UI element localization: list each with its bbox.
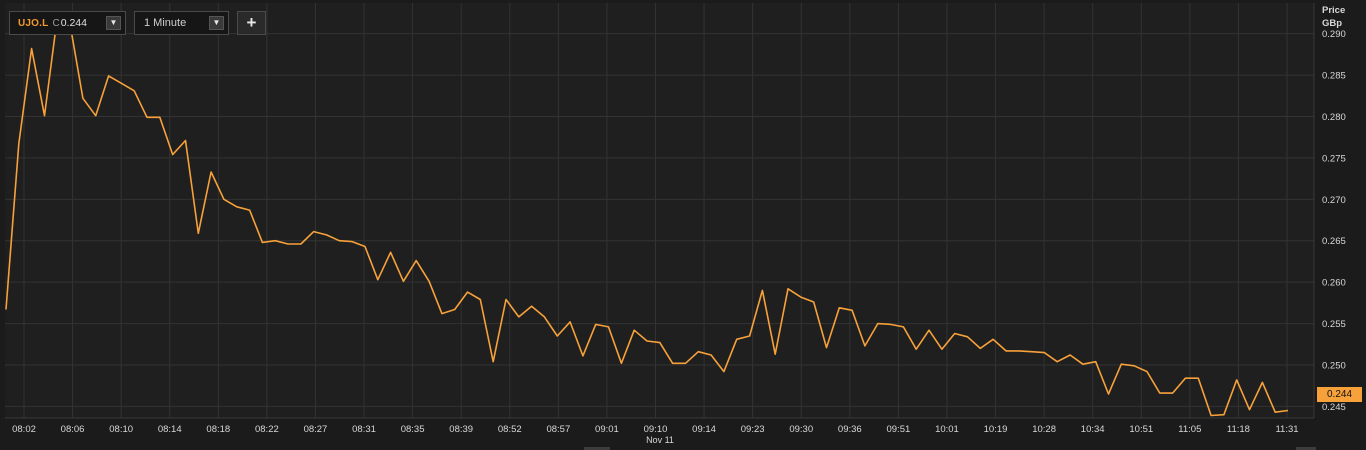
plot-area[interactable] [5, 3, 1314, 418]
y-tick-label: 0.255 [1322, 319, 1346, 330]
x-tick-label: 10:19 [984, 424, 1008, 435]
x-tick-label: 08:06 [61, 424, 85, 435]
y-axis-ticks: 0.245 0.250 0.255 0.260 0.265 0.270 0.275 0.280… [1322, 29, 1346, 413]
y-tick-label: 0.260 [1322, 278, 1346, 289]
x-tick-label: 09:01 [595, 424, 619, 435]
y-tick-label: 0.265 [1322, 236, 1346, 247]
x-tick-label: 09:30 [789, 424, 813, 435]
x-tick-label: 08:57 [546, 424, 570, 435]
x-tick-label: 09:51 [886, 424, 910, 435]
x-tick-label: 08:27 [304, 424, 328, 435]
x-axis-ticks: 08:02 08:06 08:10 08:14 08:18 08:22 08:27 08:31… [12, 424, 1298, 435]
x-tick-label: 10:34 [1081, 424, 1105, 435]
x-tick-label: 10:01 [935, 424, 959, 435]
interval-selector[interactable]: 1 Minute ▼ [134, 11, 229, 35]
date-label: Nov 11 [646, 435, 674, 445]
last-price-tag: 0.244 [1317, 387, 1362, 402]
y-tick-label: 0.285 [1322, 71, 1346, 82]
x-tick-label: 10:28 [1032, 424, 1056, 435]
x-tick-label: 11:18 [1227, 424, 1250, 435]
x-tick-label: 11:31 [1275, 424, 1298, 435]
x-tick-label: 09:36 [838, 424, 862, 435]
y-tick-label: 0.280 [1322, 112, 1346, 123]
chevron-down-icon[interactable]: ▼ [106, 16, 121, 30]
y-tick-label: 0.270 [1322, 195, 1346, 206]
x-tick-label: 09:14 [692, 424, 716, 435]
x-tick-label: 08:22 [255, 424, 279, 435]
x-tick-label: 09:23 [741, 424, 765, 435]
y-tick-label: 0.245 [1322, 402, 1346, 413]
x-tick-label: 08:14 [158, 424, 182, 435]
y-tick-label: 0.275 [1322, 153, 1346, 164]
x-tick-label: 08:10 [109, 424, 133, 435]
x-tick-label: 08:18 [206, 424, 230, 435]
x-tick-label: 08:52 [498, 424, 522, 435]
chevron-down-icon[interactable]: ▼ [209, 16, 224, 30]
x-tick-label: 09:10 [644, 424, 668, 435]
price-chart[interactable]: 0.245 0.250 0.255 0.260 0.265 0.270 0.275 0.280… [0, 0, 1366, 450]
unit-axis-label: GBp [1322, 18, 1343, 29]
last-value: 0.244 [60, 17, 87, 29]
add-series-button[interactable]: + [237, 11, 266, 35]
x-tick-label: 08:39 [449, 424, 473, 435]
x-tick-label: 11:05 [1178, 424, 1201, 435]
x-tick-label: 08:02 [12, 424, 36, 435]
symbol-selector[interactable]: UJO.L C 0.244 ▼ [9, 11, 126, 35]
y-tick-label: 0.290 [1322, 29, 1346, 40]
x-tick-label: 08:31 [352, 424, 376, 435]
price-axis-label: Price [1322, 5, 1346, 16]
x-tick-label: 10:51 [1129, 424, 1153, 435]
x-tick-label: 08:35 [401, 424, 425, 435]
y-tick-label: 0.250 [1322, 360, 1346, 371]
symbol-name: UJO.L [18, 17, 49, 29]
chart-toolbar: UJO.L C 0.244 ▼ 1 Minute ▼ + [9, 11, 266, 37]
interval-label: 1 Minute [144, 17, 187, 29]
price-axis-header: Price GBp [1322, 4, 1345, 30]
change-prefix: C [52, 17, 60, 29]
